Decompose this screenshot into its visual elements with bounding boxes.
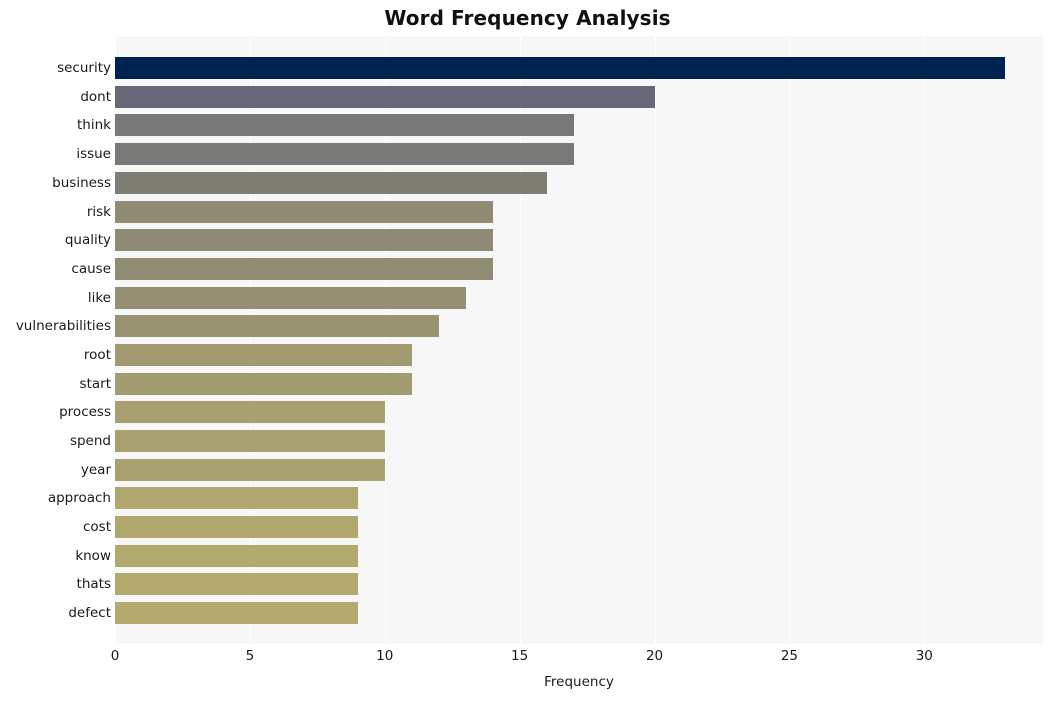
- bar-spend: [115, 429, 385, 452]
- bar-fill: [115, 257, 493, 280]
- y-tick-label-vulnerabilities: vulnerabilities: [15, 318, 111, 335]
- bar-fill: [115, 286, 466, 309]
- x-axis-title: Frequency: [544, 674, 614, 690]
- bar-year: [115, 458, 385, 481]
- y-tick-label-root: root: [83, 346, 111, 363]
- y-tick-label-risk: risk: [86, 203, 111, 220]
- bar-process: [115, 401, 385, 424]
- bar-fill: [115, 114, 574, 137]
- bar-fill: [115, 401, 385, 424]
- bar-cause: [115, 257, 493, 280]
- bar-fill: [115, 343, 412, 366]
- x-tick-label-30: 30: [915, 648, 933, 664]
- y-tick-label-business: business: [52, 174, 111, 191]
- bar-fill: [115, 372, 412, 395]
- x-tick-label-10: 10: [376, 648, 394, 664]
- y-tick-label-know: know: [75, 547, 111, 564]
- y-tick-label-think: think: [77, 117, 111, 134]
- y-tick-label-cause: cause: [71, 260, 111, 277]
- chart-title: Word Frequency Analysis: [384, 6, 671, 30]
- y-tick-label-spend: spend: [69, 432, 111, 449]
- bar-fill: [115, 487, 358, 510]
- bar-issue: [115, 143, 574, 166]
- y-tick-label-thats: thats: [76, 576, 111, 593]
- bar-cost: [115, 515, 358, 538]
- word-frequency-chart-figure: Word Frequency Analysis security dont thin…: [0, 0, 1055, 701]
- x-tick-label-15: 15: [511, 648, 529, 664]
- bar-like: [115, 286, 466, 309]
- y-tick-label-security: security: [57, 60, 111, 77]
- bar-fill: [115, 171, 547, 194]
- bars-layer: [115, 36, 1043, 644]
- bar-start: [115, 372, 412, 395]
- bar-quality: [115, 229, 493, 252]
- bar-risk: [115, 200, 493, 223]
- bar-fill: [115, 573, 358, 596]
- bar-thats: [115, 573, 358, 596]
- y-tick-label-issue: issue: [76, 146, 111, 163]
- x-tick-label-25: 25: [780, 648, 798, 664]
- bar-root: [115, 343, 412, 366]
- bar-fill: [115, 143, 574, 166]
- y-axis-tick-labels: security dont think issue business risk qualit…: [0, 36, 111, 644]
- bar-fill: [115, 200, 493, 223]
- y-tick-label-start: start: [79, 375, 111, 392]
- x-tick-label-0: 0: [110, 648, 120, 664]
- y-tick-label-process: process: [59, 404, 111, 421]
- bar-fill: [115, 85, 655, 108]
- bar-dont: [115, 85, 655, 108]
- bar-approach: [115, 487, 358, 510]
- y-tick-label-defect: defect: [68, 605, 111, 622]
- bar-security: [115, 57, 1006, 80]
- bar-fill: [115, 429, 385, 452]
- y-tick-label-cost: cost: [82, 518, 111, 535]
- y-tick-label-like: like: [87, 289, 111, 306]
- bar-think: [115, 114, 574, 137]
- bar-fill: [115, 602, 358, 625]
- x-tick-label-20: 20: [645, 648, 664, 664]
- bar-know: [115, 544, 358, 567]
- y-tick-label-approach: approach: [47, 490, 111, 507]
- y-tick-label-year: year: [80, 461, 111, 478]
- y-tick-label-quality: quality: [64, 232, 111, 249]
- plot-area: [115, 36, 1043, 644]
- bar-fill: [115, 229, 493, 252]
- bar-business: [115, 171, 547, 194]
- x-axis-tick-labels: 0 5 10 15 20 25 30: [111, 648, 1043, 670]
- bar-fill: [115, 57, 1006, 80]
- x-tick-label-5: 5: [245, 648, 255, 664]
- bar-vulnerabilities: [115, 315, 439, 338]
- y-tick-label-dont: dont: [80, 88, 111, 105]
- bar-defect: [115, 602, 358, 625]
- bar-fill: [115, 515, 358, 538]
- bar-fill: [115, 315, 439, 338]
- bar-fill: [115, 458, 385, 481]
- bar-fill: [115, 544, 358, 567]
